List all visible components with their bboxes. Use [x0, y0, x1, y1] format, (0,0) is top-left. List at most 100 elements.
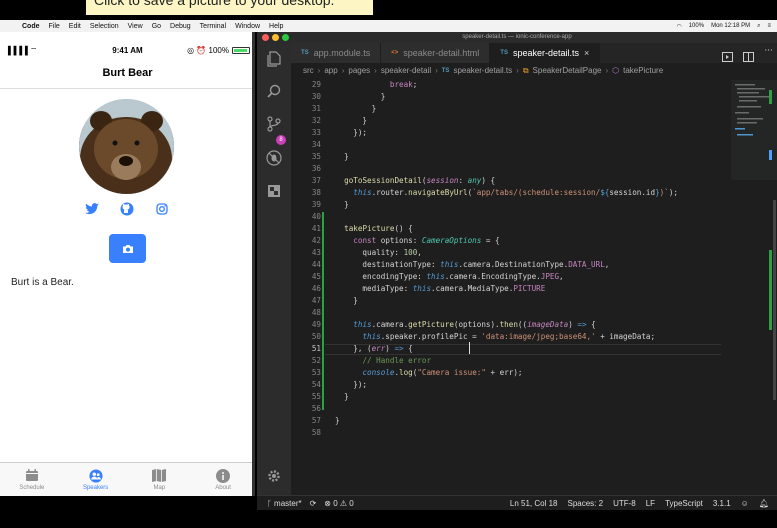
tab-speaker-detail-ts[interactable]: TS speaker-detail.ts × [490, 43, 601, 63]
breadcrumb-item[interactable]: src [303, 66, 314, 75]
window-title-text: speaker-detail.ts — ionic-conference-app [462, 34, 572, 40]
mac-menu-bar: Code File Edit Selection View Go Debug T… [0, 20, 777, 32]
people-icon [89, 468, 103, 483]
tab-label: app.module.ts [313, 48, 371, 58]
tab-speakers[interactable]: Speakers [64, 463, 128, 496]
notifications-bell-icon[interactable]: 🔔︎ [759, 499, 769, 508]
line-number: 54 [311, 380, 321, 389]
menu-terminal[interactable]: Terminal [200, 23, 226, 30]
line-number: 56 [311, 404, 321, 413]
close-tab-icon[interactable]: × [584, 48, 589, 58]
line-number: 51 [311, 344, 321, 353]
menu-selection[interactable]: Selection [90, 23, 119, 30]
battery-percent[interactable]: 100% [689, 23, 704, 29]
debug-icon[interactable] [266, 150, 282, 166]
map-icon [152, 469, 167, 483]
breadcrumb-item[interactable]: app [324, 66, 337, 75]
menu-help[interactable]: Help [269, 23, 283, 30]
tab-app-module[interactable]: TS app.module.ts [291, 43, 382, 63]
wifi-icon[interactable]: ◠ [676, 23, 681, 30]
extensions-icon[interactable] [266, 183, 282, 199]
line-number: 38 [311, 188, 321, 197]
speaker-bio: Burt is a Bear. [11, 277, 74, 288]
info-icon [216, 468, 231, 483]
tab-about-label: About [215, 484, 231, 491]
sync-icon[interactable]: ⟳ [310, 499, 317, 508]
line-number: 31 [311, 104, 321, 113]
code-line: }, (err) => { [335, 344, 413, 353]
breadcrumb: src › app › pages › speaker-detail › TS speak… [303, 65, 664, 76]
page-title: Burt Bear [102, 67, 153, 79]
line-number: 39 [311, 200, 321, 209]
problems-indicator[interactable]: ⊗ 0 ⚠ 0 [324, 499, 353, 508]
menu-file[interactable]: File [49, 23, 60, 30]
line-number: 37 [311, 176, 321, 185]
breadcrumb-item[interactable]: speaker-detail.ts [453, 66, 512, 75]
git-branch[interactable]: ᚴ master* [267, 499, 302, 508]
explorer-icon[interactable] [266, 51, 282, 67]
minimap[interactable] [731, 80, 777, 492]
zoom-window-button[interactable] [282, 34, 289, 41]
menu-debug[interactable]: Debug [170, 23, 191, 30]
text-cursor [469, 342, 470, 354]
line-number: 52 [311, 356, 321, 365]
code-line: } [335, 104, 377, 113]
tab-schedule[interactable]: Schedule [0, 463, 64, 496]
menu-window[interactable]: Window [235, 23, 260, 30]
code-line: }); [335, 128, 368, 137]
code-editor[interactable]: 29 30 31 32 33 34 35 36 37 38 39 40 41 42 43 44 45 46 47 48… [291, 80, 731, 492]
breadcrumb-item[interactable]: SpeakerDetailPage [533, 66, 602, 75]
tab-speaker-detail-html[interactable]: <> speaker-detail.html [381, 43, 491, 63]
tab-map[interactable]: Map [128, 463, 192, 496]
code-line: } [335, 296, 358, 305]
tab-bar: Schedule Speakers Map About [0, 462, 255, 496]
indentation[interactable]: Spaces: 2 [567, 499, 603, 508]
menu-go[interactable]: Go [152, 23, 161, 30]
search-icon[interactable] [266, 83, 282, 99]
header-divider [0, 88, 255, 89]
status-bar: ᚴ master* ⟳ ⊗ 0 ⚠ 0 Ln 51, Col 18 Spaces… [257, 495, 777, 510]
code-line: const options: CameraOptions = { [353, 236, 500, 245]
spotlight-icon[interactable]: ⌕ [757, 23, 760, 30]
breadcrumb-item[interactable]: speaker-detail [381, 66, 431, 75]
code-line: encodingType: this.camera.EncodingType.J… [335, 272, 564, 281]
instagram-icon[interactable] [155, 202, 169, 216]
code-line: goToSessionDetail(session: any) { [344, 176, 496, 185]
line-number: 43 [311, 248, 321, 257]
minimize-window-button[interactable] [272, 34, 279, 41]
source-control-icon[interactable] [266, 116, 282, 132]
close-window-button[interactable] [262, 34, 269, 41]
window-title: speaker-detail.ts — ionic-conference-app [257, 32, 777, 43]
line-number: 35 [311, 152, 321, 161]
breadcrumb-item[interactable]: takePicture [623, 66, 663, 75]
twitter-icon[interactable] [85, 202, 99, 216]
tab-about[interactable]: About [191, 463, 255, 496]
language-mode[interactable]: TypeScript [665, 499, 703, 508]
code-line: } [335, 92, 386, 101]
screen-bottom [0, 510, 777, 528]
settings-gear-icon[interactable] [266, 468, 282, 484]
end-of-line[interactable]: LF [646, 499, 655, 508]
encoding[interactable]: UTF-8 [613, 499, 636, 508]
typescript-version[interactable]: 3.1.1 [713, 499, 731, 508]
calendar-icon [25, 469, 39, 483]
menubar-clock[interactable]: Mon 12:18 PM [711, 23, 750, 29]
code-line: // Handle error [362, 356, 432, 365]
menu-edit[interactable]: Edit [69, 23, 81, 30]
line-number: 34 [311, 140, 321, 149]
menu-view[interactable]: View [128, 23, 143, 30]
line-number: 49 [311, 320, 321, 329]
tab-label: speaker-detail.ts [512, 48, 579, 58]
ios-simulator-screen: ▐▐▐▐ ⌔ 9:41 AM ◎ ⏰ 100% Burt Bear Burt i… [0, 32, 255, 496]
menu-list-icon[interactable]: ≡ [767, 23, 771, 29]
github-icon[interactable] [120, 202, 134, 216]
menu-app-name[interactable]: Code [22, 23, 40, 30]
cursor-position[interactable]: Ln 51, Col 18 [510, 499, 558, 508]
save-picture-banner[interactable]: Click to save a picture to your desktop. [86, 0, 373, 15]
feedback-smiley-icon[interactable]: ☺ [741, 499, 749, 508]
breadcrumb-item[interactable]: pages [348, 66, 370, 75]
branch-icon: ᚴ [267, 498, 275, 508]
camera-icon [122, 244, 133, 253]
take-picture-button[interactable] [109, 234, 146, 263]
code-line: } [335, 152, 349, 161]
